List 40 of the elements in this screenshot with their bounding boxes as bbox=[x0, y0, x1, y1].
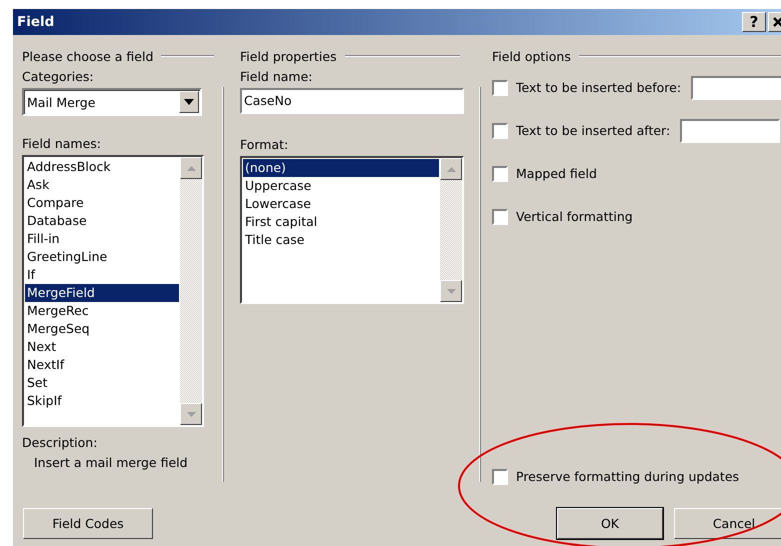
group-heading: Please choose a field bbox=[22, 48, 154, 64]
checkbox-label: Preserve formatting during updates bbox=[516, 469, 740, 484]
help-button[interactable]: ? bbox=[742, 12, 766, 32]
field-label: Categories: bbox=[22, 69, 95, 85]
list-item[interactable]: (none) bbox=[243, 159, 439, 177]
group-heading: Field options bbox=[492, 48, 571, 64]
list-item[interactable]: MergeRec bbox=[25, 302, 179, 320]
description-text: Insert a mail merge field bbox=[33, 455, 189, 471]
list-item[interactable]: GreetingLine bbox=[25, 248, 179, 266]
list-item[interactable]: MergeField bbox=[25, 284, 179, 302]
window-title: Field bbox=[17, 14, 56, 30]
field-label: Format: bbox=[240, 137, 290, 153]
list-item[interactable]: MergeSeq bbox=[25, 320, 179, 338]
categories-dropdown[interactable]: Mail Merge bbox=[22, 88, 202, 116]
list-item[interactable]: Set bbox=[25, 374, 179, 392]
list-item[interactable]: Database bbox=[25, 212, 179, 230]
field-codes-button[interactable]: Field Codes bbox=[23, 508, 153, 539]
list-item[interactable]: Uppercase bbox=[243, 177, 439, 195]
field-label: Field names: bbox=[22, 136, 102, 152]
ok-button[interactable]: OK bbox=[557, 508, 663, 539]
checkbox-label: Vertical formatting bbox=[516, 209, 633, 224]
description-label: Description: bbox=[22, 435, 98, 451]
field-name-input[interactable]: CaseNo bbox=[240, 88, 464, 114]
list-item[interactable]: SkipIf bbox=[25, 392, 179, 410]
list-item[interactable]: Next bbox=[25, 338, 179, 356]
group-heading: Field properties bbox=[240, 48, 337, 64]
cancel-button[interactable]: Cancel bbox=[674, 508, 781, 539]
checkbox-label: Text to be inserted before: bbox=[516, 80, 682, 95]
list-item[interactable]: Fill-in bbox=[25, 230, 179, 248]
list-item[interactable]: NextIf bbox=[25, 356, 179, 374]
checkbox-label: Mapped field bbox=[516, 166, 597, 181]
checkbox-label: Text to be inserted after: bbox=[516, 123, 670, 138]
list-item[interactable]: Ask bbox=[25, 176, 179, 194]
list-item[interactable]: Compare bbox=[25, 194, 179, 212]
list-item[interactable]: AddressBlock bbox=[25, 158, 179, 176]
list-item[interactable]: If bbox=[25, 266, 179, 284]
field-label: Field name: bbox=[240, 69, 314, 85]
list-item[interactable]: First capital bbox=[243, 213, 439, 231]
list-item[interactable]: Lowercase bbox=[243, 195, 439, 213]
list-item[interactable]: Title case bbox=[243, 231, 439, 249]
